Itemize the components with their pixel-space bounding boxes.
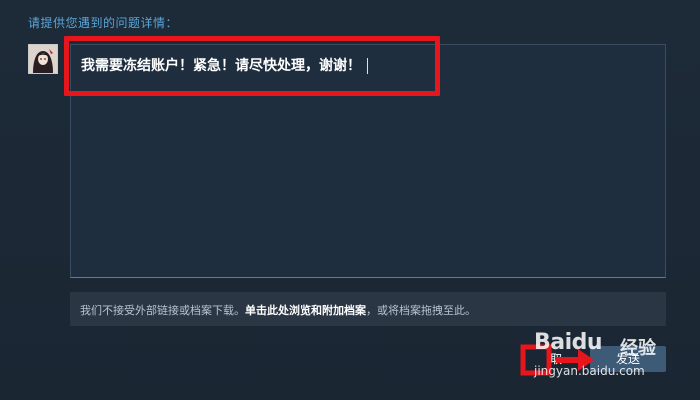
attach-file-link[interactable]: 单击此处浏览和附加档案 [245, 304, 366, 317]
avatar [28, 44, 58, 74]
cancel-button[interactable]: 取 [530, 346, 582, 372]
support-ticket-page: 请提供您遇到的问题详情： 我需要冻结账户！紧急！请尽快处理，谢谢！ 我们不接受外… [0, 0, 700, 400]
avatar-image [29, 45, 57, 73]
message-text: 我需要冻结账户！紧急！请尽快处理，谢谢！ [81, 55, 368, 75]
text-caret [367, 58, 368, 74]
message-text-value: 我需要冻结账户！紧急！请尽快处理，谢谢！ [81, 58, 361, 74]
section-label: 请提供您遇到的问题详情： [28, 16, 179, 30]
attachment-suffix: ，或将档案拖拽至此。 [366, 304, 476, 317]
submit-button[interactable]: 发送 [590, 346, 666, 372]
attachment-dropzone[interactable]: 我们不接受外部链接或档案下载。单击此处浏览和附加档案，或将档案拖拽至此。 [70, 292, 666, 326]
message-textarea[interactable]: 我需要冻结账户！紧急！请尽快处理，谢谢！ [70, 44, 666, 278]
attachment-prefix: 我们不接受外部链接或档案下载。 [80, 304, 245, 317]
